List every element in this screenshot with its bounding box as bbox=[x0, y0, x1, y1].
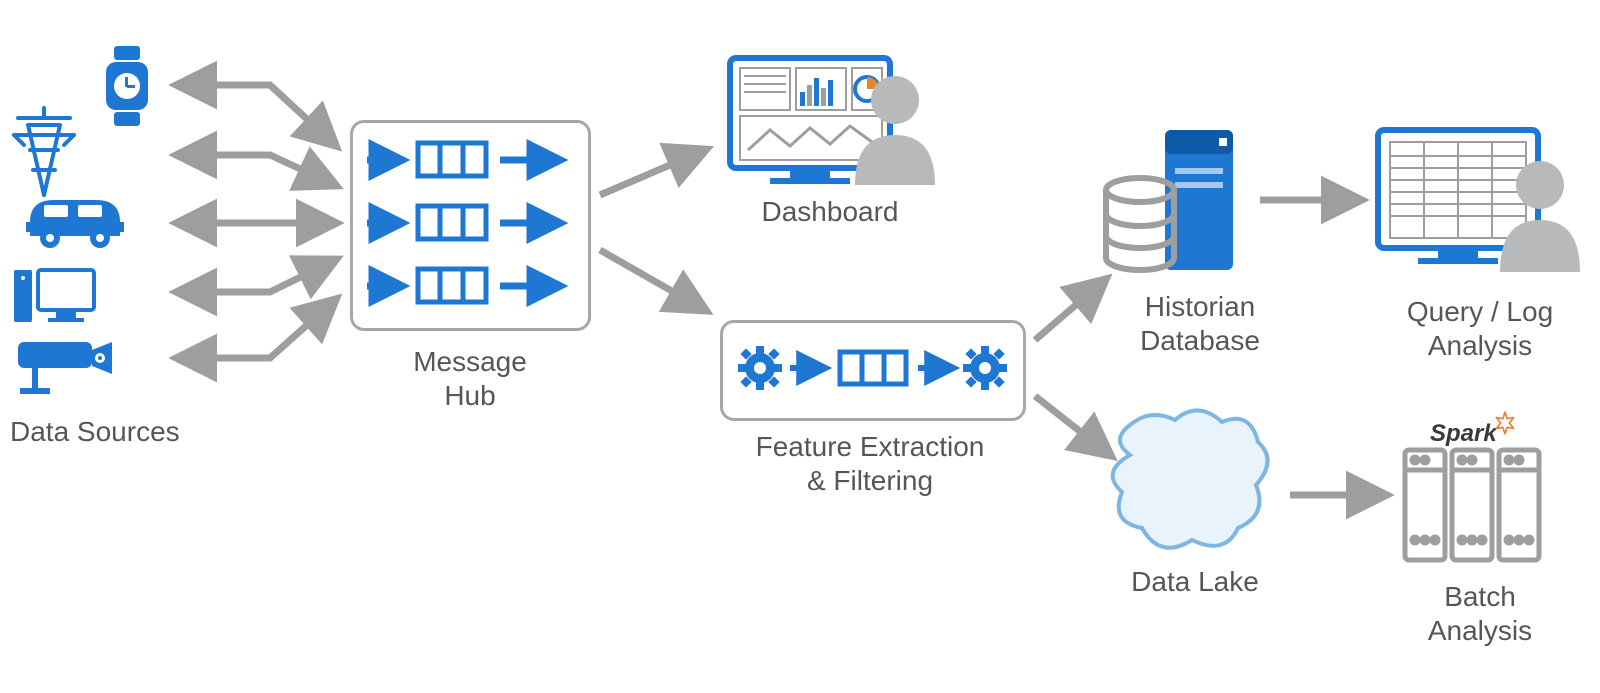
connectors-sources-to-hub bbox=[178, 85, 335, 358]
smartwatch-icon bbox=[106, 46, 148, 126]
batch-analysis-icon bbox=[1405, 450, 1539, 560]
message-hub-queues bbox=[367, 143, 560, 302]
security-camera-icon bbox=[18, 342, 112, 394]
power-tower-icon bbox=[14, 108, 74, 195]
connectors-from-fe bbox=[1035, 280, 1110, 455]
query-log-analysis-icon bbox=[1378, 130, 1580, 272]
historian-database-icon bbox=[1106, 130, 1233, 270]
connectors-from-hub bbox=[600, 150, 705, 310]
feature-extraction-inner bbox=[738, 346, 1007, 390]
dashboard-icon bbox=[730, 58, 935, 185]
desktop-computer-icon bbox=[14, 270, 94, 322]
data-lake-icon bbox=[1113, 410, 1268, 547]
diagram-svg bbox=[0, 0, 1600, 693]
architecture-diagram: Data Sources Message Hub Dashboard Featu… bbox=[0, 0, 1600, 693]
car-icon bbox=[26, 200, 124, 248]
